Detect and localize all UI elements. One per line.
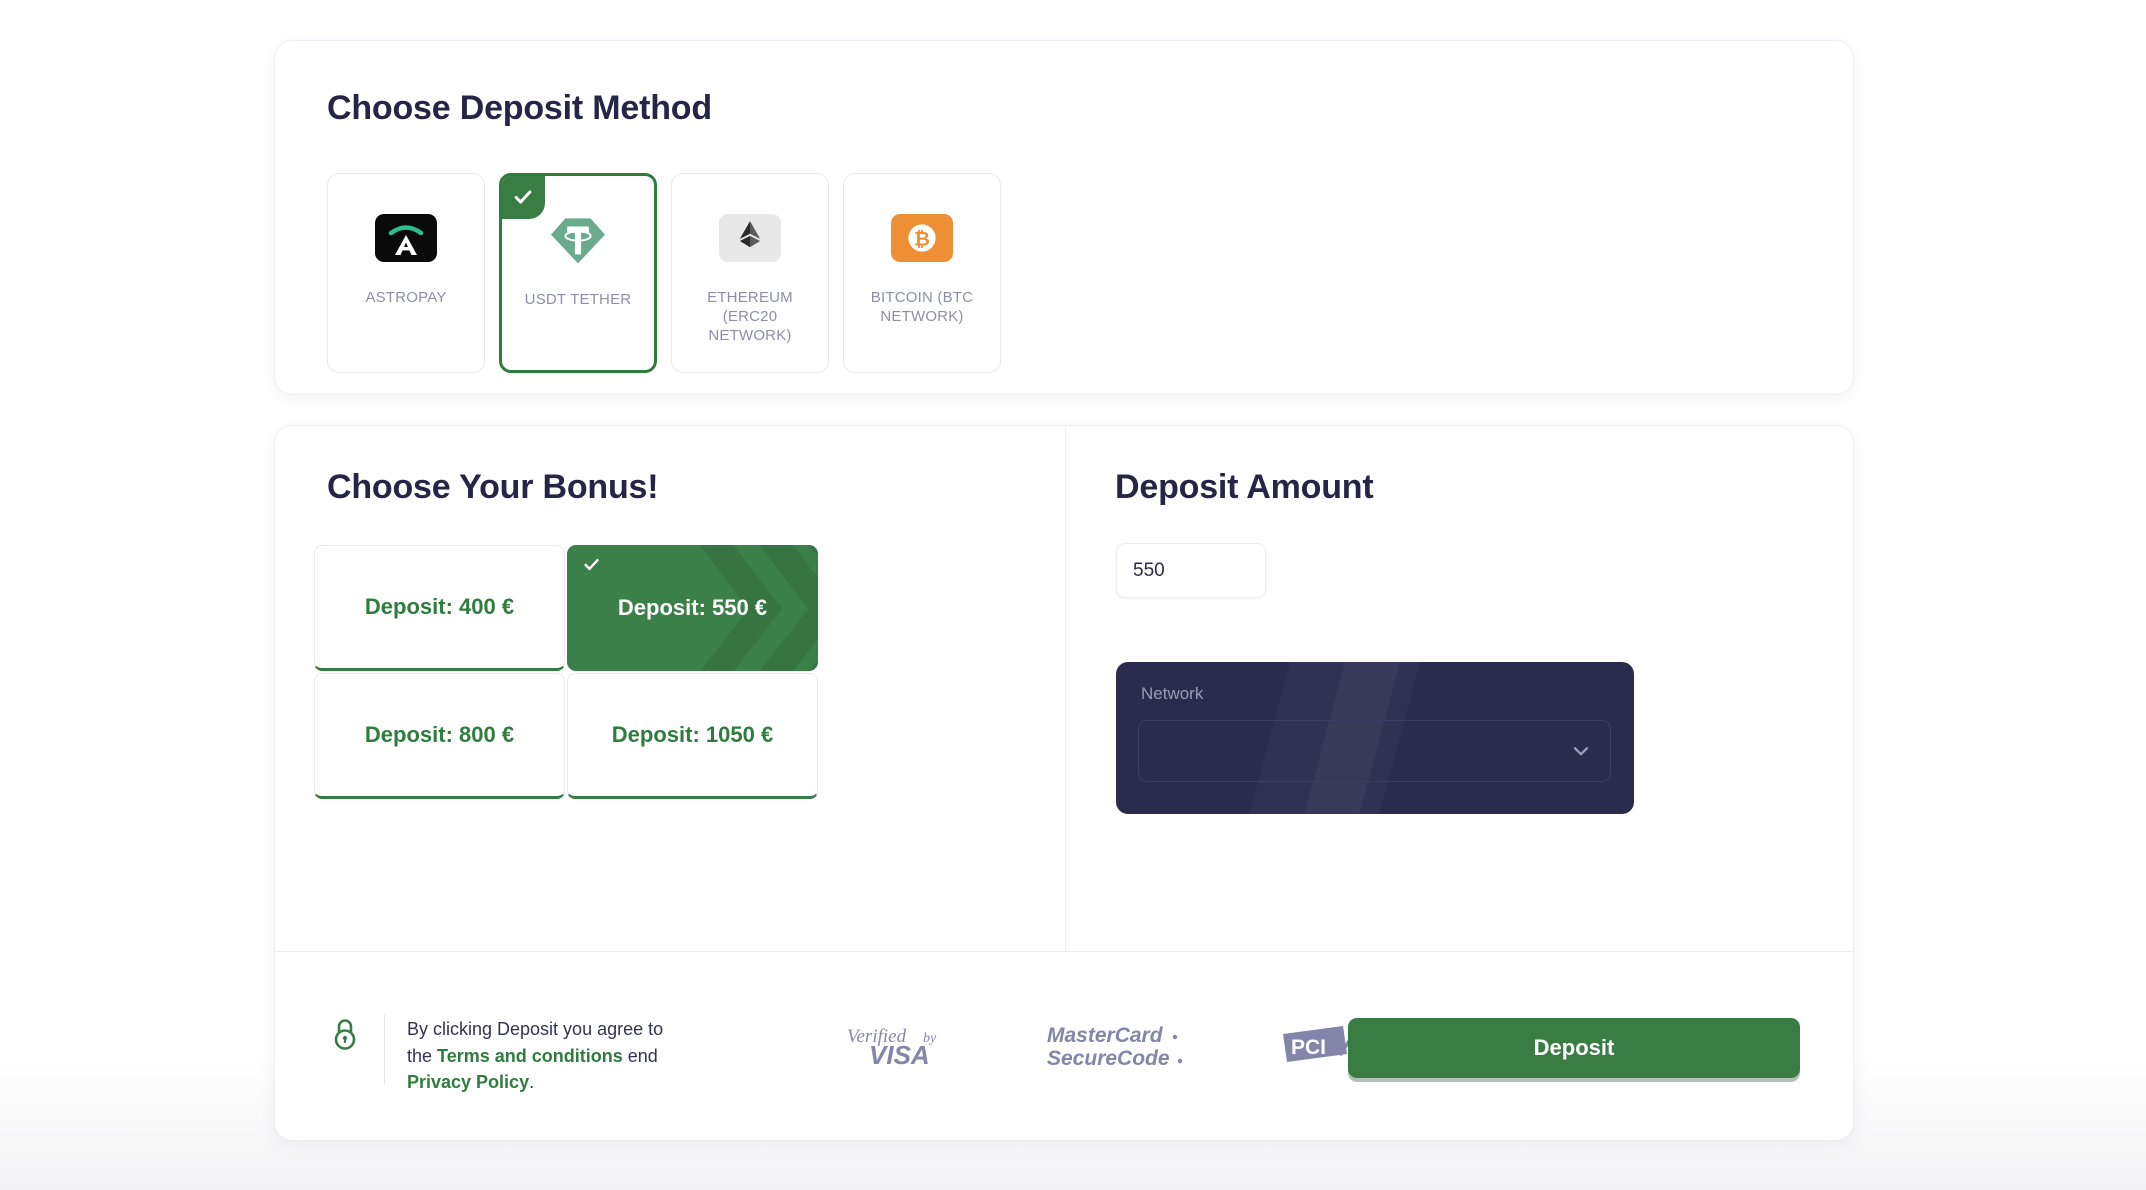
visa-wordmark: VISA [869,1040,930,1070]
lock-icon [330,1014,360,1054]
security-logo-row: Verified by VISA MasterCard SecureCode P… [845,1022,1404,1075]
deposit-method-panel: Choose Deposit Method ASTROPAY USDT TETH… [274,40,1854,395]
ethereum-icon [718,214,782,262]
bonus-option-800[interactable]: Deposit: 800 € [314,673,565,799]
deposit-page: Choose Deposit Method ASTROPAY USDT TETH… [0,0,2146,1190]
bonus-option-label: Deposit: 400 € [364,594,515,619]
terms-middle: end [622,1045,658,1066]
bonus-option-400[interactable]: Deposit: 400 € [314,545,565,671]
method-label: USDT TETHER [524,291,632,308]
method-card-list: ASTROPAY USDT TETHER ETHEREUM (ERC20 NET… [327,173,1001,373]
svg-text:SecureCode: SecureCode [1047,1047,1170,1070]
method-card-bitcoin[interactable]: ₿ BITCOIN (BTC NETWORK) [843,173,1001,373]
terms-and-conditions-link[interactable]: Terms and conditions [437,1046,623,1066]
mastercard-securecode-logo: MasterCard SecureCode [1047,1022,1197,1075]
terms-divider [384,1014,385,1084]
terms-suffix: . [529,1072,535,1093]
bonus-option-grid: Deposit: 400 € Deposit: 550 € Deposit: 8… [313,544,819,800]
privacy-policy-link[interactable]: Privacy Policy [407,1072,529,1092]
method-label: ASTROPAY [365,289,447,306]
bonus-option-label: Deposit: 1050 € [611,722,774,747]
deposit-amount-input[interactable] [1116,543,1266,598]
svg-text:MasterCard: MasterCard [1047,1024,1164,1047]
method-card-ethereum[interactable]: ETHEREUM (ERC20 NETWORK) [671,173,829,373]
chevron-down-icon [1570,740,1592,762]
terms-text: By clicking Deposit you agree to the Ter… [407,1014,682,1096]
deposit-button[interactable]: Deposit [1348,1018,1800,1078]
method-label: ETHEREUM (ERC20 NETWORK) [707,289,793,345]
check-icon [502,176,545,219]
astropay-icon [374,214,438,262]
svg-text:₿: ₿ [914,228,930,251]
bitcoin-icon: ₿ [890,214,954,262]
method-card-usdt-tether[interactable]: USDT TETHER [499,173,657,373]
check-icon [582,554,601,580]
terms-block: By clicking Deposit you agree to the Ter… [330,1014,682,1096]
network-panel: Network [1116,662,1634,814]
bonus-option-550[interactable]: Deposit: 550 € [567,545,818,671]
bonus-section-title: Choose Your Bonus! [327,468,659,506]
deposit-amount-title: Deposit Amount [1115,468,1374,506]
page-title: Choose Deposit Method [327,89,712,127]
bonus-option-1050[interactable]: Deposit: 1050 € [567,673,818,799]
tether-icon [546,216,610,264]
bonus-option-label: Deposit: 550 € [617,595,768,620]
column-divider [1065,426,1066,951]
bonus-option-label: Deposit: 800 € [364,722,515,747]
verified-by-visa-logo: Verified by VISA [845,1022,963,1075]
method-label: BITCOIN (BTC NETWORK) [870,289,974,326]
network-label: Network [1141,684,1204,703]
network-select[interactable] [1138,720,1611,782]
method-card-astropay[interactable]: ASTROPAY [327,173,485,373]
svg-text:PCI: PCI [1291,1036,1326,1059]
